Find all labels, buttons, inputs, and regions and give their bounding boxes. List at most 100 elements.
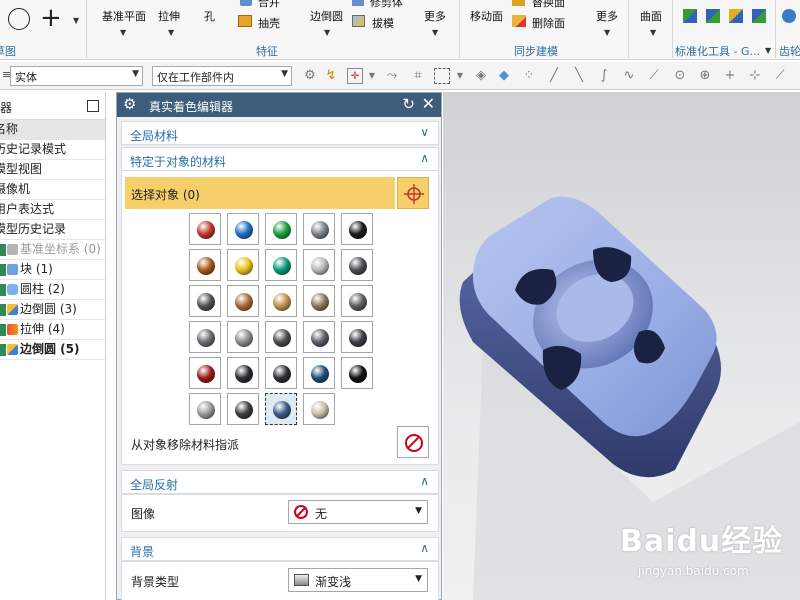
select-object-button[interactable] bbox=[397, 177, 429, 209]
unite-button[interactable]: 合并 bbox=[258, 0, 280, 10]
center-snap-icon[interactable]: ⊙ bbox=[672, 68, 688, 84]
navigator-row[interactable]: 拉伸 (4) bbox=[0, 320, 105, 340]
library-icon[interactable] bbox=[729, 9, 743, 23]
surface-dropdown[interactable]: ▼ bbox=[650, 28, 656, 37]
material-swatch[interactable] bbox=[341, 249, 373, 281]
section-background[interactable]: 背景 ∧ bbox=[121, 537, 439, 561]
navigator-row[interactable]: 摄像机 bbox=[0, 180, 105, 200]
reset-icon[interactable]: ↻ bbox=[402, 95, 415, 113]
remove-assignment-button[interactable] bbox=[397, 426, 429, 458]
shell-button[interactable]: 抽壳 bbox=[258, 15, 280, 31]
midpoint-snap-icon[interactable]: ⟋ bbox=[646, 68, 662, 84]
fastener-icon[interactable] bbox=[706, 9, 720, 23]
replace-face-button[interactable]: 替换面 bbox=[532, 0, 565, 10]
extrude-button[interactable]: 拉伸 bbox=[158, 8, 180, 24]
material-swatch[interactable] bbox=[265, 249, 297, 281]
hole-button[interactable]: 孔 bbox=[204, 8, 215, 24]
navigator-row[interactable]: 圆柱 (2) bbox=[0, 280, 105, 300]
material-swatch[interactable] bbox=[341, 357, 373, 389]
navigator-row[interactable]: 边倒圆 (5) bbox=[0, 340, 105, 360]
navigator-row[interactable]: 块 (1) bbox=[0, 260, 105, 280]
material-swatch[interactable] bbox=[189, 285, 221, 317]
checkbox-icon[interactable] bbox=[0, 303, 6, 316]
material-swatch[interactable] bbox=[341, 285, 373, 317]
checkbox-icon[interactable] bbox=[0, 343, 6, 356]
material-swatch[interactable] bbox=[265, 321, 297, 353]
trim-body-button[interactable]: 修剪体 bbox=[370, 0, 403, 10]
standard-part-icon[interactable] bbox=[683, 9, 697, 23]
material-swatch[interactable] bbox=[189, 357, 221, 389]
lasso-icon[interactable]: ⌗ bbox=[410, 68, 426, 84]
navigator-row[interactable]: 模型视图 bbox=[0, 160, 105, 180]
type-filter-select[interactable]: 实体 ▼ bbox=[10, 66, 143, 86]
section-object-material[interactable]: 特定于对象的材料 ∧ bbox=[121, 147, 439, 171]
navigator-row[interactable]: 基准坐标系 (0) bbox=[0, 240, 105, 260]
endpoint-snap-icon[interactable]: ⟋ bbox=[772, 68, 788, 84]
navigator-row[interactable]: 模型历史记录 bbox=[0, 220, 105, 240]
edge-blend-button[interactable]: 边倒圆 bbox=[310, 8, 343, 24]
material-swatch[interactable] bbox=[227, 249, 259, 281]
curve-snap-icon[interactable]: ∫ bbox=[596, 68, 612, 84]
plus-icon[interactable]: + bbox=[40, 4, 62, 32]
selection-priority-icon[interactable]: ↯ bbox=[323, 68, 339, 84]
select-all-icon[interactable]: ✛ bbox=[347, 68, 363, 84]
material-swatch[interactable] bbox=[189, 213, 221, 245]
rectangle-select-icon[interactable] bbox=[434, 68, 450, 84]
more-feature-button[interactable]: 更多 bbox=[424, 8, 446, 24]
close-icon[interactable]: ✕ bbox=[422, 94, 435, 113]
draft-button[interactable]: 拔模 bbox=[372, 15, 394, 31]
material-swatch[interactable] bbox=[189, 249, 221, 281]
gear-icon[interactable]: ⚙ bbox=[123, 95, 136, 113]
extrude-dropdown[interactable]: ▼ bbox=[168, 28, 174, 37]
more-sync-dropdown[interactable]: ▼ bbox=[604, 28, 610, 37]
standard-tools-dropdown[interactable]: ▼ bbox=[765, 46, 771, 55]
surface-button[interactable]: 曲面 bbox=[640, 8, 662, 24]
material-swatch[interactable] bbox=[303, 213, 335, 245]
material-swatch[interactable] bbox=[303, 285, 335, 317]
checkbox-icon[interactable] bbox=[0, 243, 6, 256]
face-select-icon[interactable]: ◈ bbox=[473, 68, 489, 84]
circle-icon[interactable] bbox=[8, 8, 30, 30]
material-swatch[interactable] bbox=[303, 393, 335, 425]
line-snap-icon[interactable]: ╱ bbox=[546, 68, 562, 84]
material-swatch[interactable] bbox=[227, 213, 259, 245]
scope-filter-select[interactable]: 仅在工作部件内 ▼ bbox=[152, 66, 292, 86]
dropdown-icon[interactable]: ▼ bbox=[364, 68, 380, 84]
checkbox-icon[interactable] bbox=[0, 283, 6, 296]
more-sync-button[interactable]: 更多 bbox=[596, 8, 618, 24]
quadrant-snap-icon[interactable]: ⊕ bbox=[697, 68, 713, 84]
intersection-snap-icon[interactable]: + bbox=[722, 68, 738, 84]
material-swatch[interactable] bbox=[265, 285, 297, 317]
material-swatch[interactable] bbox=[189, 321, 221, 353]
datum-plane-button[interactable]: 基准平面 bbox=[102, 8, 146, 24]
material-swatch[interactable] bbox=[227, 285, 259, 317]
navigator-row[interactable]: 历史记录模式 bbox=[0, 140, 105, 160]
move-face-button[interactable]: 移动面 bbox=[470, 8, 503, 24]
checkbox-icon[interactable] bbox=[0, 263, 6, 276]
image-select[interactable]: 无 ▼ bbox=[288, 500, 428, 524]
spline-snap-icon[interactable]: ∿ bbox=[621, 68, 637, 84]
delete-face-button[interactable]: 删除面 bbox=[532, 15, 565, 31]
material-swatch[interactable] bbox=[303, 321, 335, 353]
material-swatch[interactable] bbox=[265, 393, 297, 425]
sketch-dropdown-arrow[interactable]: ▼ bbox=[73, 16, 79, 25]
navigator-row[interactable]: 用户表达式 bbox=[0, 200, 105, 220]
material-swatch[interactable] bbox=[341, 321, 373, 353]
material-swatch[interactable] bbox=[265, 213, 297, 245]
material-swatch[interactable] bbox=[227, 393, 259, 425]
background-type-select[interactable]: 渐变浅 ▼ bbox=[288, 568, 428, 592]
tools-icon[interactable] bbox=[752, 9, 766, 23]
section-global-material[interactable]: 全局材料 ∨ bbox=[121, 121, 439, 145]
material-swatch[interactable] bbox=[303, 249, 335, 281]
navigator-row[interactable]: 名称 bbox=[0, 120, 105, 140]
material-swatch[interactable] bbox=[341, 213, 373, 245]
dropdown-icon[interactable]: ▼ bbox=[452, 68, 468, 84]
datum-plane-dropdown[interactable]: ▼ bbox=[120, 28, 126, 37]
arc-snap-icon[interactable]: ╲ bbox=[571, 68, 587, 84]
navigator-row[interactable]: 边倒圆 (3) bbox=[0, 300, 105, 320]
point-snap-icon[interactable]: ⁘ bbox=[521, 68, 537, 84]
material-swatch[interactable] bbox=[189, 393, 221, 425]
body-select-icon[interactable]: ◆ bbox=[496, 68, 512, 84]
gear-tool-icon[interactable] bbox=[782, 9, 796, 23]
deselect-icon[interactable]: ⤳ bbox=[384, 68, 400, 84]
